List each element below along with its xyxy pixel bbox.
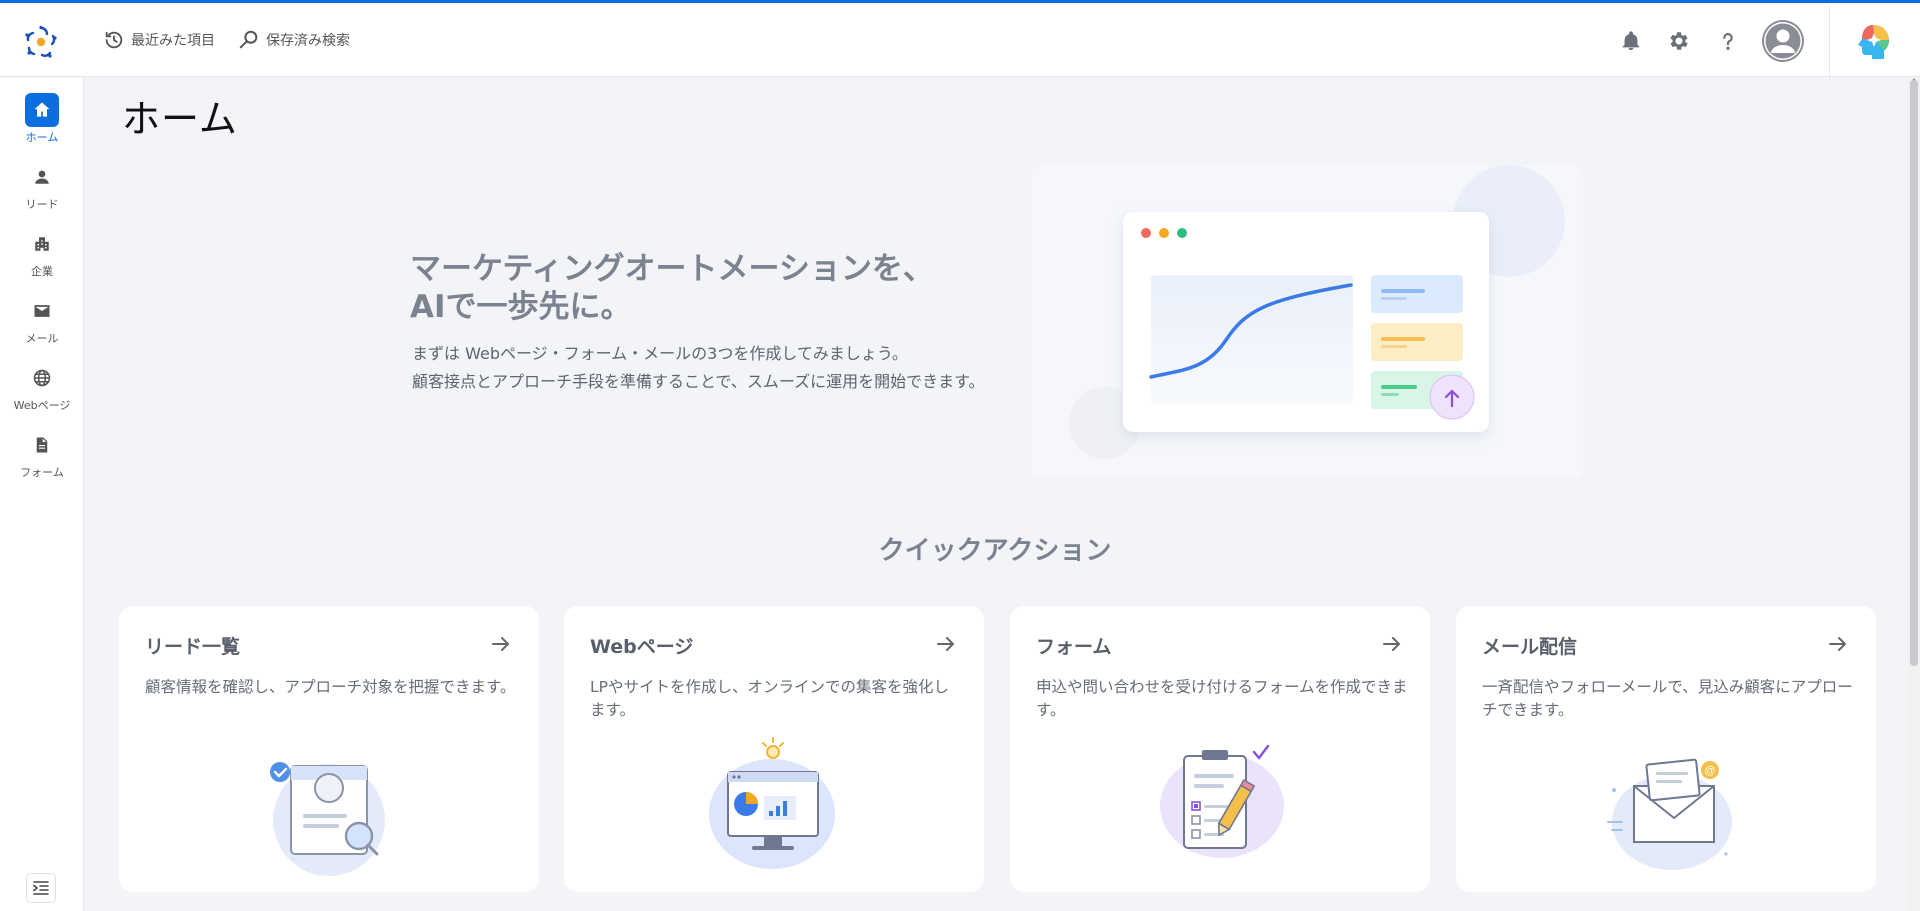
hero-title-line2: AIで一歩先に。 xyxy=(410,289,632,325)
arrow-right-icon xyxy=(1383,637,1401,651)
quick-action-card-mail[interactable]: メール配信 一斉配信やフォローメールで、見込み顧客にアプローチできます。 @ xyxy=(1456,606,1876,892)
lead-list-illustration xyxy=(270,762,385,876)
main-scrollbar[interactable] xyxy=(1908,78,1920,911)
hero-desc-line2: 顧客接点とアプローチ手段を準備することで、スムーズに運用を開始できます。 xyxy=(412,372,985,391)
menu-collapse-icon xyxy=(33,881,49,895)
hero-title-line1: マーケティングオートメーションを、 xyxy=(410,251,934,287)
saved-search-link[interactable]: 保存済み検索 xyxy=(238,29,350,51)
mail-envelope-illustration: @ xyxy=(1607,758,1732,870)
scrollbar-thumb[interactable] xyxy=(1910,80,1918,666)
notification-button[interactable] xyxy=(1617,27,1645,55)
card-description: LPやサイトを作成し、オンラインでの集客を強化します。 xyxy=(590,678,949,719)
mail-icon xyxy=(25,294,59,328)
saved-search-label: 保存済み検索 xyxy=(266,33,350,49)
hero-description: まずは Webページ・フォーム・メールの3つを作成してみましょう。 顧客接点とア… xyxy=(412,340,1032,396)
sidebar-item-mail[interactable]: メール xyxy=(0,294,84,354)
hero-desc-line1: まずは Webページ・フォーム・メールの3つを作成してみましょう。 xyxy=(412,344,908,363)
gear-icon xyxy=(1670,32,1688,50)
user-avatar[interactable] xyxy=(1762,20,1804,62)
sidebar-item-label: 企業 xyxy=(31,265,53,278)
sidebar-item-label: フォーム xyxy=(20,466,64,479)
quick-action-card-webpage[interactable]: Webページ LPやサイトを作成し、オンラインでの集客を強化します。 xyxy=(564,606,984,892)
card-description: 顧客情報を確認し、アプローチ対象を把握できます。 xyxy=(145,678,516,696)
recent-items-link[interactable]: 最近みた項目 xyxy=(103,29,215,51)
sidebar-item-company[interactable]: 企業 xyxy=(0,227,84,287)
quick-actions-title: クイックアクション xyxy=(878,536,1112,566)
sidebar: ホーム リード 企業 メール Webページ フォーム xyxy=(0,78,84,911)
settings-button[interactable] xyxy=(1665,27,1693,55)
globe-icon xyxy=(25,361,59,395)
card-description: 一斉配信やフォローメールで、見込み顧客にアプローチできます。 xyxy=(1482,678,1853,719)
recent-items-label: 最近みた項目 xyxy=(131,33,215,49)
sidebar-item-label: リード xyxy=(25,198,59,211)
card-title: フォーム xyxy=(1036,636,1112,658)
svg-text:@: @ xyxy=(1704,765,1715,777)
sidebar-item-label: メール xyxy=(25,332,59,345)
sidebar-item-form[interactable]: フォーム xyxy=(0,428,84,488)
top-bar: 最近みた項目 保存済み検索 xyxy=(0,3,1920,80)
topbar-divider xyxy=(1829,6,1830,80)
document-icon xyxy=(25,428,59,462)
card-title: リード一覧 xyxy=(145,636,241,658)
webpage-illustration xyxy=(709,737,835,869)
app-logo[interactable] xyxy=(22,23,60,61)
help-button[interactable] xyxy=(1714,27,1742,55)
question-icon xyxy=(1723,33,1733,50)
hero-title: マーケティングオートメーションを、 AIで一歩先に。 xyxy=(410,250,1010,326)
arrow-right-icon xyxy=(492,637,510,651)
building-icon xyxy=(25,227,59,261)
ai-assistant-icon[interactable] xyxy=(1853,22,1893,62)
user-silhouette-icon xyxy=(1764,22,1802,60)
search-history-icon xyxy=(239,30,258,49)
history-icon xyxy=(105,31,123,49)
sidebar-item-label: ホーム xyxy=(25,131,59,144)
sidebar-item-home[interactable]: ホーム xyxy=(0,93,84,153)
card-description: 申込や問い合わせを受け付けるフォームを作成できます。 xyxy=(1036,678,1408,719)
card-title: Webページ xyxy=(590,636,694,658)
bell-icon xyxy=(1622,31,1640,51)
arrow-right-icon xyxy=(1829,637,1847,651)
sidebar-item-lead[interactable]: リード xyxy=(0,160,84,220)
quick-action-card-leads[interactable]: リード一覧 顧客情報を確認し、アプローチ対象を把握できます。 xyxy=(119,606,539,892)
person-icon xyxy=(25,160,59,194)
home-icon xyxy=(25,93,59,127)
hero-illustration xyxy=(1031,165,1583,478)
sidebar-item-webpage[interactable]: Webページ xyxy=(0,361,84,421)
card-title: メール配信 xyxy=(1482,636,1578,658)
sidebar-item-label: Webページ xyxy=(13,399,71,412)
page-title: ホーム xyxy=(122,97,238,141)
arrow-right-icon xyxy=(937,637,955,651)
sidebar-collapse-button[interactable] xyxy=(26,873,56,903)
form-clipboard-illustration xyxy=(1160,744,1284,858)
quick-action-card-form[interactable]: フォーム 申込や問い合わせを受け付けるフォームを作成できます。 xyxy=(1010,606,1430,892)
